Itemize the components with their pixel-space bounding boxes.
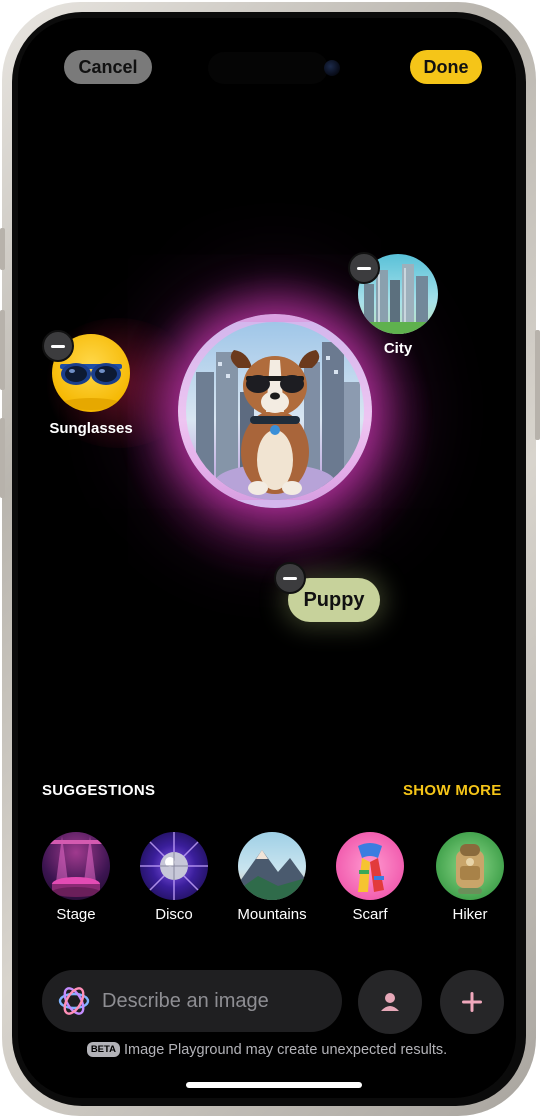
add-button[interactable]	[440, 970, 504, 1034]
beta-disclaimer: BETA Image Playground may create unexpect…	[18, 1042, 516, 1058]
person-icon	[381, 993, 399, 1011]
beta-badge: BETA	[86, 1042, 120, 1057]
stage-thumbnail	[42, 832, 110, 900]
puppy-illustration	[196, 342, 360, 500]
mountains-thumbnail	[238, 832, 306, 900]
screen: Cancel Done Sunglasses City Puppy SUGGES…	[18, 18, 516, 1098]
minus-icon	[357, 266, 371, 270]
concept-sunglasses[interactable]: Sunglasses	[42, 330, 156, 440]
suggestion-mountains[interactable]: Mountains	[232, 832, 312, 923]
suggestion-stage[interactable]: Stage	[36, 832, 116, 923]
suggestions-title: SUGGESTIONS	[42, 782, 156, 799]
volume-up-button	[0, 310, 5, 390]
stage-icon	[50, 836, 102, 897]
disco-label: Disco	[155, 906, 193, 923]
volume-down-button	[0, 418, 5, 498]
describe-image-input[interactable]: Describe an image	[42, 970, 342, 1032]
sunglasses-label: Sunglasses	[49, 420, 133, 437]
add-person-button[interactable]	[358, 970, 422, 1034]
puppy-label: Puppy	[303, 588, 365, 611]
minus-icon	[51, 344, 65, 348]
disco-ball-icon	[140, 832, 208, 900]
disclaimer-text: Image Playground may create unexpected r…	[123, 1042, 448, 1058]
concept-city[interactable]: City	[348, 252, 458, 362]
backpack-icon	[456, 844, 484, 894]
remove-city-button[interactable]	[348, 252, 380, 284]
describe-image-placeholder: Describe an image	[102, 989, 269, 1012]
suggestion-scarf[interactable]: Scarf	[330, 832, 410, 923]
suggestion-disco[interactable]: Disco	[134, 832, 214, 923]
side-button	[535, 330, 540, 440]
remove-sunglasses-button[interactable]	[42, 330, 74, 362]
scarf-icon	[358, 843, 384, 892]
dynamic-island	[208, 52, 328, 84]
city-label: City	[383, 340, 413, 357]
home-indicator[interactable]	[186, 1082, 362, 1088]
suggestion-hiker[interactable]: Hiker	[430, 832, 510, 923]
hiker-label: Hiker	[452, 906, 488, 923]
generated-image[interactable]	[178, 314, 372, 508]
remove-puppy-button[interactable]	[274, 562, 306, 594]
front-camera	[324, 60, 340, 76]
mountains-label: Mountains	[237, 906, 307, 923]
mountains-icon	[238, 850, 306, 900]
plus-icon	[462, 992, 482, 1012]
show-more-button[interactable]: SHOW MORE	[403, 782, 502, 799]
image-playground-icon	[58, 987, 90, 1015]
hiker-thumbnail	[436, 832, 504, 900]
disco-thumbnail	[140, 832, 208, 900]
done-button[interactable]: Done	[410, 50, 482, 84]
action-button	[0, 228, 5, 270]
scarf-thumbnail	[336, 832, 404, 900]
scarf-label: Scarf	[352, 906, 388, 923]
minus-icon	[283, 576, 297, 580]
cancel-button[interactable]: Cancel	[64, 50, 152, 84]
stage-label: Stage	[56, 906, 96, 923]
